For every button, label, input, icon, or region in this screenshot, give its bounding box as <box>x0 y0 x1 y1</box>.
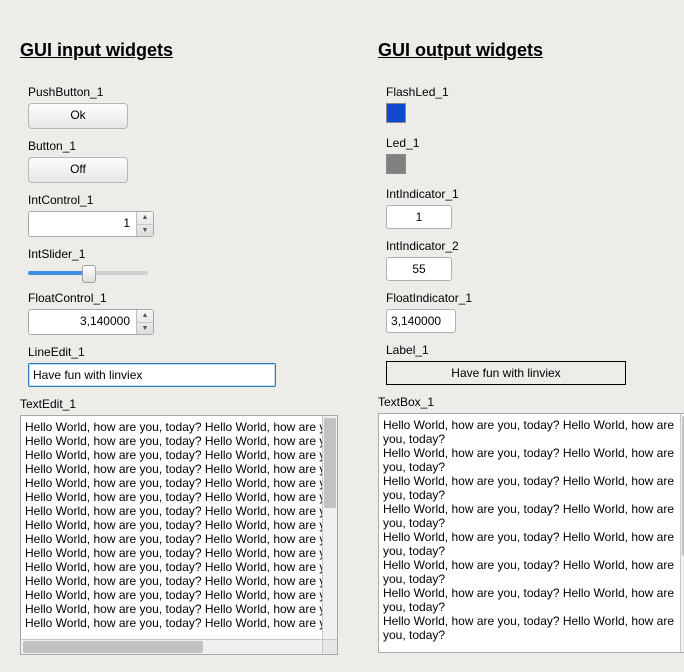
floatcontrol-spinbox[interactable]: 3,140000 ▲ ▼ <box>28 309 154 335</box>
led-icon <box>386 154 406 174</box>
textbox-row: Hello World, how are you, today? Hello W… <box>383 586 677 614</box>
output-heading: GUI output widgets <box>378 40 684 61</box>
slider-thumb[interactable] <box>82 265 96 283</box>
text-box[interactable]: Hello World, how are you, today? Hello W… <box>378 413 684 653</box>
intindicator1-label: IntIndicator_1 <box>386 187 684 201</box>
intcontrol-spinbox[interactable]: 1 ▲ ▼ <box>28 211 154 237</box>
floatcontrol-value[interactable]: 3,140000 <box>29 310 136 334</box>
textedit-row: Hello World, how are you, today? Hello W… <box>25 546 321 560</box>
intcontrol-value[interactable]: 1 <box>29 212 136 236</box>
spin-down-icon[interactable]: ▼ <box>137 225 153 237</box>
line-edit[interactable]: Have fun with linviex <box>28 363 276 387</box>
textedit-row: Hello World, how are you, today? Hello W… <box>25 448 321 462</box>
textedit-row: Hello World, how are you, today? Hello W… <box>25 532 321 546</box>
pushbutton[interactable]: Ok <box>28 103 128 129</box>
float-indicator: 3,140000 <box>386 309 456 333</box>
textbox-row: Hello World, how are you, today? Hello W… <box>383 474 677 502</box>
floatcontrol-label: FloatControl_1 <box>28 291 338 305</box>
vertical-scrollbar[interactable] <box>322 416 337 640</box>
textedit-label: TextEdit_1 <box>20 397 338 411</box>
textedit-row: Hello World, how are you, today? Hello W… <box>25 476 321 490</box>
textedit-row: Hello World, how are you, today? Hello W… <box>25 518 321 532</box>
lineedit-label: LineEdit_1 <box>28 345 338 359</box>
textbox-row: Hello World, how are you, today? Hello W… <box>383 558 677 586</box>
led-label: Led_1 <box>386 136 684 150</box>
spin-down-icon[interactable]: ▼ <box>137 323 153 335</box>
textbox-row: Hello World, how are you, today? Hello W… <box>383 614 677 642</box>
pushbutton-label: PushButton_1 <box>28 85 338 99</box>
labelwidget-label: Label_1 <box>386 343 684 357</box>
text-edit[interactable]: Hello World, how are you, today? Hello W… <box>20 415 338 655</box>
textedit-row: Hello World, how are you, today? Hello W… <box>25 420 321 434</box>
toggle-button[interactable]: Off <box>28 157 128 183</box>
textbox-row: Hello World, how are you, today? Hello W… <box>383 418 677 446</box>
vertical-scrollbar[interactable] <box>680 414 684 652</box>
textbox-label: TextBox_1 <box>378 395 684 409</box>
label-display: Have fun with linviex <box>386 361 626 385</box>
textbox-row: Hello World, how are you, today? Hello W… <box>383 502 677 530</box>
textedit-row: Hello World, how are you, today? Hello W… <box>25 574 321 588</box>
textbox-row: Hello World, how are you, today? Hello W… <box>383 446 677 474</box>
textedit-row: Hello World, how are you, today? Hello W… <box>25 490 321 504</box>
textedit-row: Hello World, how are you, today? Hello W… <box>25 434 321 448</box>
textedit-row: Hello World, how are you, today? Hello W… <box>25 560 321 574</box>
input-heading: GUI input widgets <box>20 40 338 61</box>
textedit-row: Hello World, how are you, today? Hello W… <box>25 462 321 476</box>
textedit-row: Hello World, how are you, today? Hello W… <box>25 602 321 616</box>
int-indicator-1: 1 <box>386 205 452 229</box>
flash-led-icon <box>386 103 406 123</box>
intindicator2-label: IntIndicator_2 <box>386 239 684 253</box>
int-slider[interactable] <box>28 265 148 281</box>
int-indicator-2: 55 <box>386 257 452 281</box>
textbox-row: Hello World, how are you, today? Hello W… <box>383 530 677 558</box>
horizontal-scrollbar[interactable] <box>21 639 323 654</box>
textedit-row: Hello World, how are you, today? Hello W… <box>25 588 321 602</box>
textedit-row: Hello World, how are you, today? Hello W… <box>25 504 321 518</box>
textedit-row: Hello World, how are you, today? Hello W… <box>25 616 321 630</box>
flashled-label: FlashLed_1 <box>386 85 684 99</box>
intcontrol-label: IntControl_1 <box>28 193 338 207</box>
intslider-label: IntSlider_1 <box>28 247 338 261</box>
spin-up-icon[interactable]: ▲ <box>137 212 153 225</box>
button-label: Button_1 <box>28 139 338 153</box>
spin-up-icon[interactable]: ▲ <box>137 310 153 323</box>
floatindicator-label: FloatIndicator_1 <box>386 291 684 305</box>
